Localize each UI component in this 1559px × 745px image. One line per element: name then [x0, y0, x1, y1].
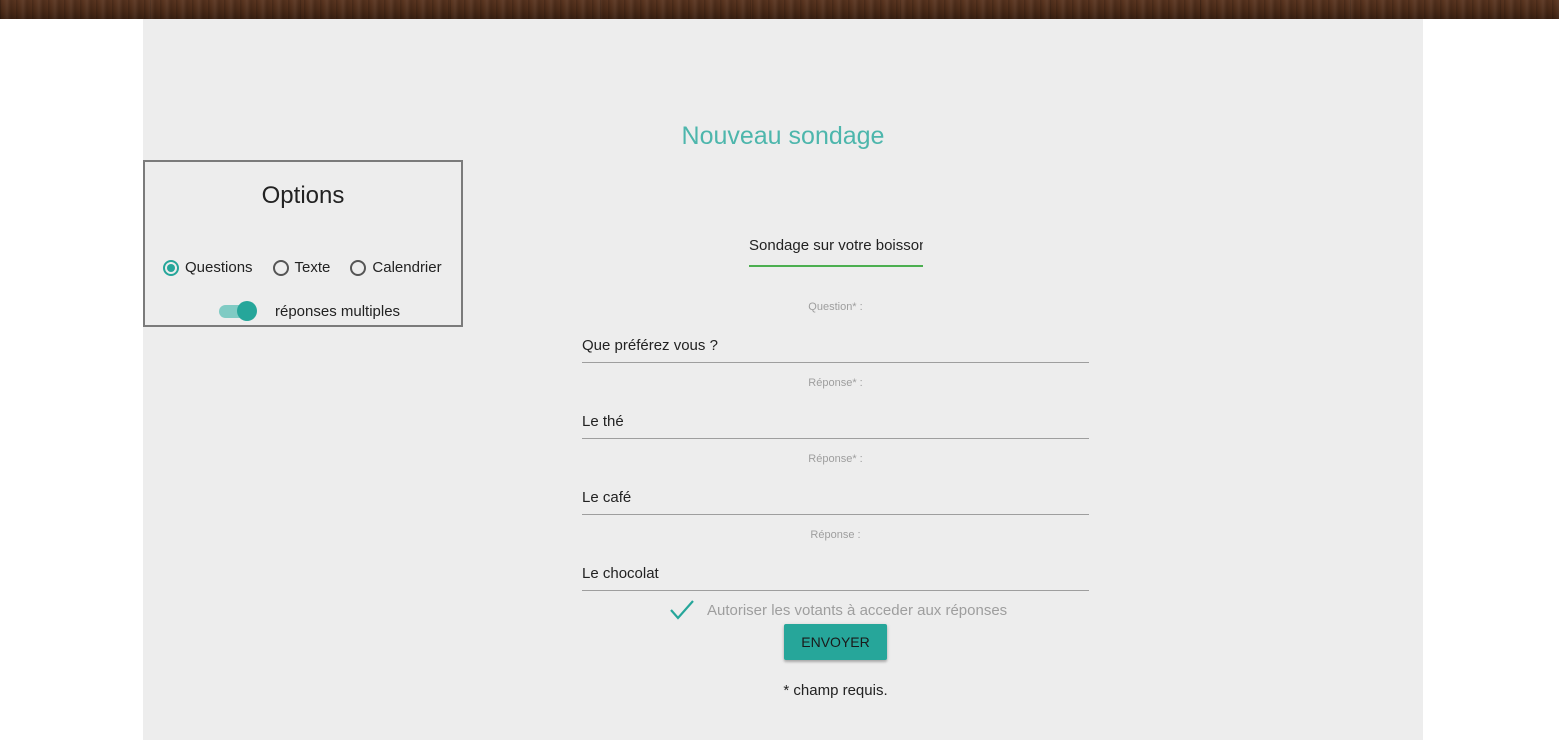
- survey-name-input[interactable]: [749, 225, 923, 267]
- answer-3-label: Réponse :: [810, 529, 861, 541]
- multiple-answers-label: réponses multiples: [275, 302, 401, 320]
- multiple-answers-row: réponses multiples: [219, 301, 400, 321]
- options-box: Options Questions Texte Calendrier répon…: [143, 160, 463, 327]
- allow-access-checkbox[interactable]: Autoriser les votants à acceder aux répo…: [669, 599, 1007, 621]
- required-field-note: * champ requis.: [783, 682, 888, 699]
- radio-texte-label: Texte: [294, 259, 331, 276]
- submit-button[interactable]: ENVOYER: [784, 624, 887, 660]
- options-title: Options: [261, 182, 345, 209]
- main-panel: Nouveau sondage Options Questions Texte …: [143, 19, 1423, 740]
- poll-type-radio-group: Questions Texte Calendrier: [163, 259, 442, 276]
- radio-calendrier-label: Calendrier: [372, 259, 442, 276]
- answer-1-input[interactable]: [582, 405, 1089, 439]
- toggle-knob[interactable]: [237, 301, 257, 321]
- radio-questions-label: Questions: [185, 259, 253, 276]
- answer-1-label: Réponse* :: [808, 377, 863, 389]
- answer-2-label: Réponse* :: [808, 453, 863, 465]
- page-title: Nouveau sondage: [681, 122, 885, 150]
- wood-header-bar: [0, 0, 1559, 19]
- question-label: Question* :: [808, 301, 863, 313]
- checkmark-icon[interactable]: [669, 599, 695, 621]
- radio-texte[interactable]: Texte: [272, 259, 331, 276]
- answer-2-input[interactable]: [582, 481, 1089, 515]
- radio-unchecked-icon[interactable]: [272, 259, 289, 276]
- question-input[interactable]: [582, 329, 1089, 363]
- multiple-answers-toggle[interactable]: [219, 301, 257, 321]
- radio-calendrier[interactable]: Calendrier: [350, 259, 442, 276]
- radio-questions[interactable]: Questions: [163, 259, 253, 276]
- allow-access-label: Autoriser les votants à acceder aux répo…: [707, 601, 1008, 619]
- radio-checked-icon[interactable]: [163, 259, 179, 276]
- radio-unchecked-icon[interactable]: [350, 259, 367, 276]
- answer-3-input[interactable]: [582, 557, 1089, 591]
